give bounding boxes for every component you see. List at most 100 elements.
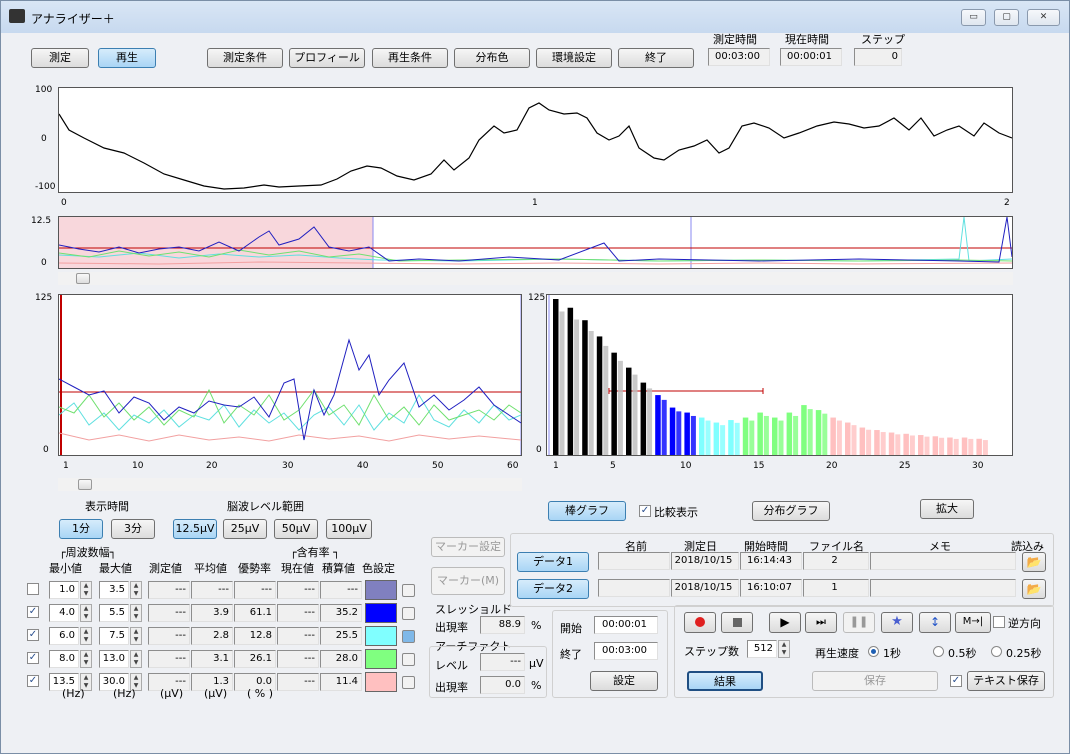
band-min-input[interactable]: 4.0 bbox=[49, 604, 79, 622]
bar-chart-svg bbox=[548, 295, 988, 455]
load-folder-button[interactable]: 📂 bbox=[1022, 552, 1046, 572]
text-save-checkbox[interactable]: ✓ bbox=[950, 675, 962, 687]
band-color-button[interactable] bbox=[402, 607, 415, 620]
header-min: 最小値 bbox=[49, 562, 82, 575]
minimize-button[interactable]: ▭ bbox=[961, 9, 986, 26]
record-button[interactable] bbox=[684, 612, 716, 633]
level-100-button[interactable]: 100μV bbox=[326, 519, 372, 539]
bar bbox=[961, 437, 968, 455]
steps-input[interactable]: 512 bbox=[747, 640, 777, 658]
replay-cond-button[interactable]: 再生条件 bbox=[372, 48, 448, 68]
wave-x-tick: 10 bbox=[132, 461, 144, 471]
time-1min-button[interactable]: 1分 bbox=[59, 519, 103, 539]
band-enable-checkbox[interactable]: ✓ bbox=[27, 606, 39, 618]
steps-spinner[interactable]: ▲ ▼ bbox=[778, 640, 790, 658]
data-select-button[interactable]: データ1 bbox=[517, 552, 589, 572]
measure-button[interactable]: 測定 bbox=[31, 48, 89, 68]
bar-graph-button[interactable]: 棒グラフ bbox=[548, 501, 626, 521]
band-color-button[interactable] bbox=[402, 676, 415, 689]
vertical-arrow-button[interactable]: ↕ bbox=[919, 612, 951, 633]
env-settings-button[interactable]: 環境設定 bbox=[536, 48, 612, 68]
band-max-input[interactable]: 3.5 bbox=[99, 581, 129, 599]
compare-bar bbox=[603, 345, 609, 455]
compare-bar bbox=[763, 415, 769, 455]
band-max-spinner[interactable]: ▲ ▼ bbox=[130, 650, 142, 668]
maximize-button[interactable]: ▢ bbox=[994, 9, 1019, 26]
compare-checkbox[interactable]: ✓ bbox=[639, 505, 651, 517]
range-set-button[interactable]: 設定 bbox=[590, 671, 658, 691]
band-min-spinner[interactable]: ▲ ▼ bbox=[80, 604, 92, 622]
band-color-button[interactable] bbox=[402, 630, 415, 643]
stop-button[interactable] bbox=[721, 612, 753, 633]
band-color-swatch[interactable] bbox=[365, 672, 397, 692]
band-max-input[interactable]: 7.5 bbox=[99, 627, 129, 645]
band-max-input[interactable]: 13.0 bbox=[99, 650, 129, 668]
band-max-spinner[interactable]: ▲ ▼ bbox=[130, 627, 142, 645]
band-min-spinner[interactable]: ▲ ▼ bbox=[80, 581, 92, 599]
data-select-button[interactable]: データ2 bbox=[517, 579, 589, 599]
band-min-input[interactable]: 1.0 bbox=[49, 581, 79, 599]
result-button[interactable]: 結果 bbox=[687, 671, 763, 691]
text-save-button[interactable]: テキスト保存 bbox=[967, 671, 1045, 691]
level-25-button[interactable]: 25μV bbox=[223, 519, 267, 539]
band-enable-checkbox[interactable]: ✓ bbox=[27, 675, 39, 687]
marker-settings-button[interactable]: マーカー設定 bbox=[431, 537, 505, 557]
time-3min-button[interactable]: 3分 bbox=[111, 519, 155, 539]
play-button[interactable]: ▶ bbox=[769, 612, 801, 633]
compare-label: 比較表示 bbox=[654, 506, 698, 519]
pause-button[interactable]: ❚❚ bbox=[843, 612, 875, 633]
speed-05s-radio[interactable] bbox=[933, 646, 944, 657]
band-min-spinner[interactable]: ▲ ▼ bbox=[80, 627, 92, 645]
load-folder-button[interactable]: 📂 bbox=[1022, 579, 1046, 599]
range-end-input[interactable]: 00:03:00 bbox=[594, 642, 658, 660]
replay-button[interactable]: 再生 bbox=[98, 48, 156, 68]
speed-025s-radio[interactable] bbox=[991, 646, 1002, 657]
band-average: 3.9 bbox=[191, 604, 233, 622]
star-button[interactable]: ★ bbox=[881, 612, 913, 633]
quit-button[interactable]: 終了 bbox=[618, 48, 694, 68]
dist-graph-button[interactable]: 分布グラフ bbox=[752, 501, 830, 521]
band-enable-checkbox[interactable] bbox=[27, 583, 39, 595]
wave-scroll-thumb[interactable] bbox=[78, 479, 92, 490]
band-enable-checkbox[interactable]: ✓ bbox=[27, 629, 39, 641]
band-color-swatch[interactable] bbox=[365, 649, 397, 669]
threshold-rate-value: 88.9 bbox=[480, 616, 525, 634]
band-average: 3.1 bbox=[191, 650, 233, 668]
wave-y-tick: 0 bbox=[43, 445, 49, 455]
overview-scroll-thumb[interactable] bbox=[76, 273, 90, 284]
marker-button[interactable]: マーカー(M) bbox=[431, 567, 505, 595]
band-max-spinner[interactable]: ▲ ▼ bbox=[130, 604, 142, 622]
profile-button[interactable]: プロフィール bbox=[289, 48, 365, 68]
band-color-button[interactable] bbox=[402, 653, 415, 666]
speed-1s-radio[interactable] bbox=[868, 646, 879, 657]
measure-cond-button[interactable]: 測定条件 bbox=[207, 48, 283, 68]
fast-forward-button[interactable]: ⏭ bbox=[805, 612, 837, 633]
band-measured: --- bbox=[148, 581, 190, 599]
band-color-swatch[interactable] bbox=[365, 626, 397, 646]
band-max-input[interactable]: 5.5 bbox=[99, 604, 129, 622]
overview-scrollbar[interactable] bbox=[58, 272, 1013, 285]
wave-scrollbar[interactable] bbox=[58, 478, 522, 491]
data-time-field: 16:10:07 bbox=[740, 579, 802, 597]
band-enable-checkbox[interactable]: ✓ bbox=[27, 652, 39, 664]
level-50-button[interactable]: 50μV bbox=[274, 519, 318, 539]
bar-plot bbox=[546, 294, 1013, 456]
dist-color-button[interactable]: 分布色 bbox=[454, 48, 530, 68]
band-color-swatch[interactable] bbox=[365, 603, 397, 623]
band-min-input[interactable]: 8.0 bbox=[49, 650, 79, 668]
band-min-spinner[interactable]: ▲ ▼ bbox=[80, 650, 92, 668]
overview-plot[interactable] bbox=[58, 216, 1013, 269]
range-start-input[interactable]: 00:00:01 bbox=[594, 616, 658, 634]
reverse-checkbox[interactable] bbox=[993, 616, 1005, 628]
band-color-button[interactable] bbox=[402, 584, 415, 597]
unit-percent: ( % ) bbox=[247, 687, 274, 700]
level-12-5-button[interactable]: 12.5μV bbox=[173, 519, 217, 539]
marker-jump-button[interactable]: M→| bbox=[955, 612, 991, 633]
zoom-button[interactable]: 拡大 bbox=[920, 499, 974, 519]
band-color-swatch[interactable] bbox=[365, 580, 397, 600]
band-max-spinner[interactable]: ▲ ▼ bbox=[130, 581, 142, 599]
wave-x-tick: 1 bbox=[63, 461, 69, 471]
band-min-input[interactable]: 6.0 bbox=[49, 627, 79, 645]
close-button[interactable]: ✕ bbox=[1027, 9, 1060, 26]
save-button[interactable]: 保存 bbox=[812, 671, 938, 691]
